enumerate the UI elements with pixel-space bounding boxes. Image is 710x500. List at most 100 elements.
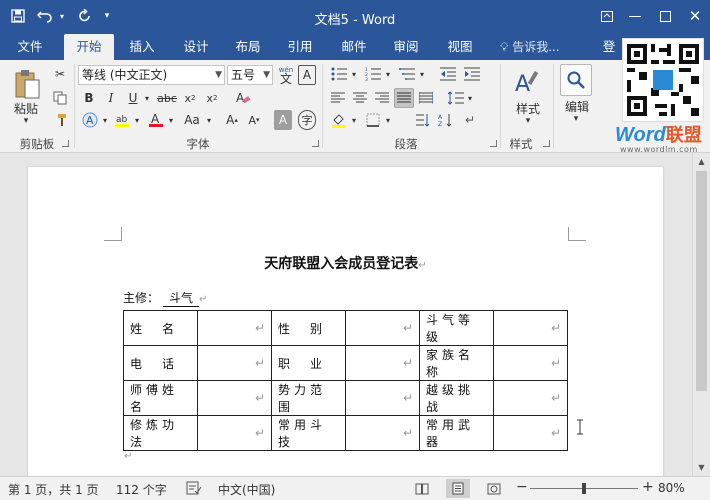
table-cell-label[interactable]: 修炼功法 [123,415,198,451]
ribbon-display-icon[interactable] [594,4,620,28]
table-cell-value[interactable]: ↵ [493,345,568,381]
table-cell-value[interactable]: ↵ [197,345,272,381]
table-cell-label[interactable]: 家族名称 [419,345,494,381]
scroll-up-icon[interactable]: ▲ [693,153,710,169]
chinese-layout-icon[interactable] [412,110,432,130]
align-left-icon[interactable] [328,88,348,108]
subscript-icon[interactable]: x2 [180,88,200,108]
paste-dropdown-icon[interactable]: ▾ [14,116,38,126]
line-spacing-dropdown-icon[interactable]: ▾ [466,88,474,108]
styles-launcher-icon[interactable] [543,140,550,147]
table-cell-value[interactable]: ↵ [345,415,420,451]
table-cell-value[interactable]: ↵ [493,380,568,416]
change-case-icon[interactable]: Aa [180,110,204,130]
font-size-combo[interactable]: 五号 ▼ [227,65,273,85]
change-case-dropdown-icon[interactable]: ▾ [204,110,214,130]
borders-dropdown-icon[interactable]: ▾ [384,110,392,130]
customize-toolbar-icon[interactable]: ▾ [100,6,114,26]
phonetic-guide-icon[interactable]: wén 文 [276,64,296,86]
increase-indent-icon[interactable] [462,64,482,84]
table-cell-value[interactable]: ↵ [345,310,420,346]
paragraph-launcher-icon[interactable] [490,140,497,147]
table-cell-label[interactable]: 常用斗技 [271,415,346,451]
highlight-dropdown-icon[interactable]: ▾ [132,110,142,130]
editor-line[interactable]: 主修： 斗气 ↵ [123,289,207,307]
scroll-thumb[interactable] [696,171,707,391]
tell-me-box[interactable]: 💡︎ 告诉我... [500,34,560,60]
table-cell-value[interactable]: ↵ [197,310,272,346]
justify-icon[interactable] [394,88,414,108]
vertical-scrollbar[interactable]: ▲ ▼ [692,153,710,476]
table-cell-value[interactable]: ↵ [493,310,568,346]
document-page[interactable]: 天府联盟入会成员登记表↵ 主修： 斗气 ↵ 姓 名 ↵ 性 别 ↵ 斗气等级 ↵ 电 话 ↵… [28,167,663,487]
web-layout-icon[interactable] [482,479,506,498]
styles-button-label[interactable]: 样式 [508,100,548,117]
clear-formatting-icon[interactable]: A [232,88,254,108]
page-count[interactable]: 第 1 页，共 1 页 [8,481,99,498]
format-painter-icon[interactable] [50,110,70,130]
undo-icon[interactable] [34,6,56,26]
paste-label[interactable]: 粘贴 [6,100,46,117]
save-icon[interactable] [8,6,28,26]
table-cell-label[interactable]: 职 业 [271,345,346,381]
character-shading-icon[interactable]: A [274,110,292,130]
grow-font-icon[interactable]: A ▴ [222,110,242,130]
table-cell-label[interactable]: 越级挑战 [419,380,494,416]
paste-icon[interactable] [8,64,46,104]
table-cell-value[interactable]: ↵ [345,345,420,381]
tab-view[interactable]: 视图 [436,34,484,60]
font-color-icon[interactable]: A [146,110,166,130]
registration-table[interactable]: 姓 名 ↵ 性 别 ↵ 斗气等级 ↵ 电 话 ↵ 职 业 ↵ 家族名称 ↵ 师傅姓名 ↵ 势力… [123,310,568,451]
tab-file[interactable]: 文件 [6,34,54,60]
table-cell-label[interactable]: 电 话 [123,345,198,381]
zoom-out-button[interactable]: − [516,479,528,495]
borders-icon[interactable] [362,110,384,130]
bold-icon[interactable]: B [80,88,98,108]
editing-button-label[interactable]: 编辑 [558,98,596,115]
numbering-dropdown-icon[interactable]: ▾ [384,64,392,84]
shading-icon[interactable] [328,110,350,130]
multilevel-dropdown-icon[interactable]: ▾ [418,64,426,84]
strikethrough-icon[interactable]: abc [156,88,178,108]
table-cell-label[interactable]: 师傅姓名 [123,380,198,416]
show-marks-icon[interactable]: ↵ [460,110,480,130]
align-right-icon[interactable] [372,88,392,108]
table-cell-label[interactable]: 姓 名 [123,310,198,346]
tab-review[interactable]: 审阅 [382,34,430,60]
character-border-icon[interactable]: A [298,65,316,85]
document-heading[interactable]: 天府联盟入会成员登记表↵ [28,253,663,273]
text-effects-dropdown-icon[interactable]: ▾ [100,110,110,130]
superscript-icon[interactable]: x2 [202,88,222,108]
copy-icon[interactable] [50,88,70,108]
multilevel-list-icon[interactable] [396,64,418,84]
line-spacing-icon[interactable] [446,88,466,108]
decrease-indent-icon[interactable] [438,64,458,84]
styles-icon[interactable]: A [508,64,548,100]
shrink-font-icon[interactable]: A ▾ [244,110,264,130]
clipboard-launcher-icon[interactable] [62,140,69,147]
language[interactable]: 中文(中国) [218,481,275,498]
table-cell-value[interactable]: ↵ [197,415,272,451]
underline-icon[interactable]: U [124,88,142,108]
styles-dropdown-icon[interactable]: ▾ [520,116,536,126]
align-center-icon[interactable] [350,88,370,108]
close-icon[interactable]: ✕ [682,4,708,28]
sort-icon[interactable]: AZ [436,110,456,130]
tab-layout[interactable]: 布局 [224,34,272,60]
maximize-icon[interactable] [652,4,678,28]
zoom-level[interactable]: 80% [658,481,685,495]
table-cell-label[interactable]: 常用武器 [419,415,494,451]
table-cell-value[interactable]: ↵ [493,415,568,451]
tab-design[interactable]: 设计 [172,34,220,60]
tab-insert[interactable]: 插入 [118,34,166,60]
scroll-down-icon[interactable]: ▼ [693,459,710,475]
italic-icon[interactable]: I [102,88,120,108]
underline-dropdown-icon[interactable]: ▾ [142,88,152,108]
distributed-icon[interactable] [416,88,436,108]
text-effects-icon[interactable]: A [80,110,100,130]
redo-icon[interactable] [74,6,96,26]
cut-icon[interactable]: ✂ [50,64,70,84]
minimize-icon[interactable]: — [622,4,648,28]
word-count[interactable]: 112 个字 [116,481,167,498]
highlight-icon[interactable]: ab [112,110,132,130]
